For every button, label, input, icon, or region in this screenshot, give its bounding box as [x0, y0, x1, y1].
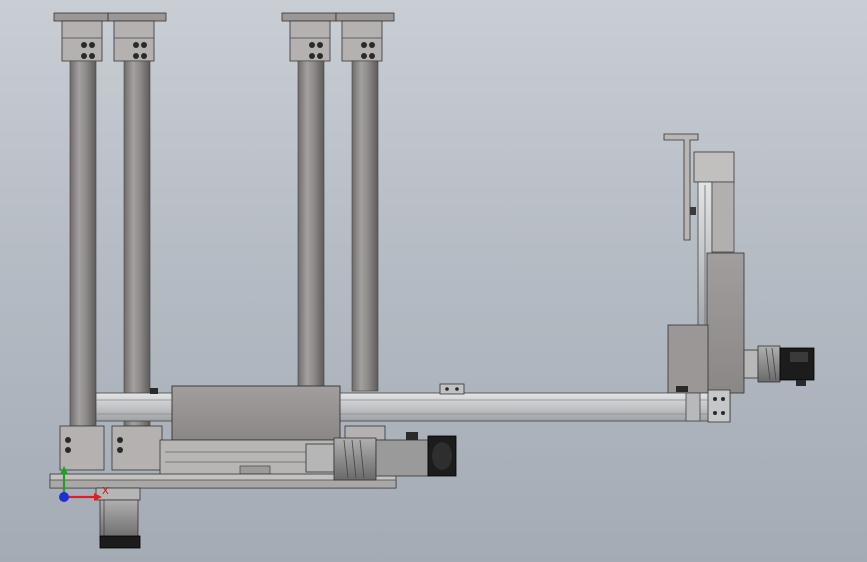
column-2	[107, 12, 167, 427]
assembly-drawing: X	[49, 12, 815, 549]
column-4	[335, 12, 395, 392]
cad-viewport[interactable]: X	[0, 0, 867, 562]
z-axis-marker	[59, 492, 69, 502]
vertical-axis-module	[663, 133, 745, 394]
column-3	[281, 12, 337, 392]
bottom-vertical-motor	[95, 487, 141, 549]
right-servo-motor	[743, 345, 815, 386]
x-axis-label: X	[102, 486, 109, 497]
carriage-block	[150, 385, 341, 441]
column-1	[53, 12, 109, 427]
